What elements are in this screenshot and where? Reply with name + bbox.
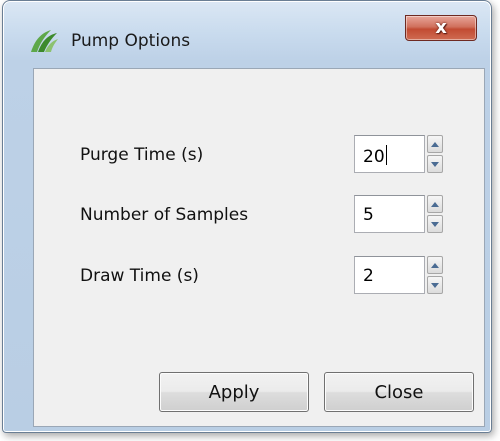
number-of-samples-label: Number of Samples	[80, 205, 249, 225]
number-of-samples-increment-button[interactable]	[427, 195, 443, 213]
number-of-samples-spinner[interactable]: 5	[354, 195, 445, 233]
number-of-samples-input[interactable]: 5	[354, 195, 425, 233]
purge-time-spin-buttons	[427, 135, 443, 173]
draw-time-increment-button[interactable]	[427, 256, 443, 274]
arrow-up-icon	[431, 141, 439, 147]
draw-time-value: 2	[363, 266, 374, 286]
draw-time-input[interactable]: 2	[354, 256, 425, 294]
close-icon: x	[435, 17, 447, 38]
arrow-down-icon	[431, 161, 439, 167]
draw-time-row: Draw Time (s) 2	[34, 256, 484, 296]
window-title: Pump Options	[71, 31, 191, 51]
draw-time-spinner[interactable]: 2	[354, 256, 445, 294]
number-of-samples-row: Number of Samples 5	[34, 195, 484, 235]
arrow-down-icon	[431, 282, 439, 288]
window-close-button[interactable]: x	[405, 15, 477, 41]
purge-time-row: Purge Time (s) 20	[34, 135, 484, 175]
draw-time-spin-buttons	[427, 256, 443, 294]
arrow-up-icon	[431, 262, 439, 268]
title-bar[interactable]: Pump Options x	[3, 1, 491, 63]
pump-options-dialog: Pump Options x Purge Time (s) 20 Number …	[2, 0, 492, 433]
number-of-samples-value: 5	[363, 205, 374, 225]
purge-time-increment-button[interactable]	[427, 135, 443, 153]
draw-time-decrement-button[interactable]	[427, 276, 443, 294]
arrow-down-icon	[431, 221, 439, 227]
number-of-samples-decrement-button[interactable]	[427, 215, 443, 233]
text-caret	[385, 145, 387, 165]
close-button[interactable]: Close	[324, 372, 474, 412]
apply-button[interactable]: Apply	[159, 372, 309, 412]
draw-time-label: Draw Time (s)	[80, 266, 199, 286]
arrow-up-icon	[431, 201, 439, 207]
purge-time-decrement-button[interactable]	[427, 155, 443, 173]
purge-time-spinner[interactable]: 20	[354, 135, 445, 173]
dialog-body: Purge Time (s) 20 Number of Samples 5 Dr…	[33, 68, 485, 427]
number-of-samples-spin-buttons	[427, 195, 443, 233]
purge-time-label: Purge Time (s)	[80, 145, 204, 165]
purge-time-value: 20	[363, 147, 385, 167]
purge-time-input[interactable]: 20	[354, 135, 425, 173]
leaf-logo-icon	[31, 30, 58, 52]
